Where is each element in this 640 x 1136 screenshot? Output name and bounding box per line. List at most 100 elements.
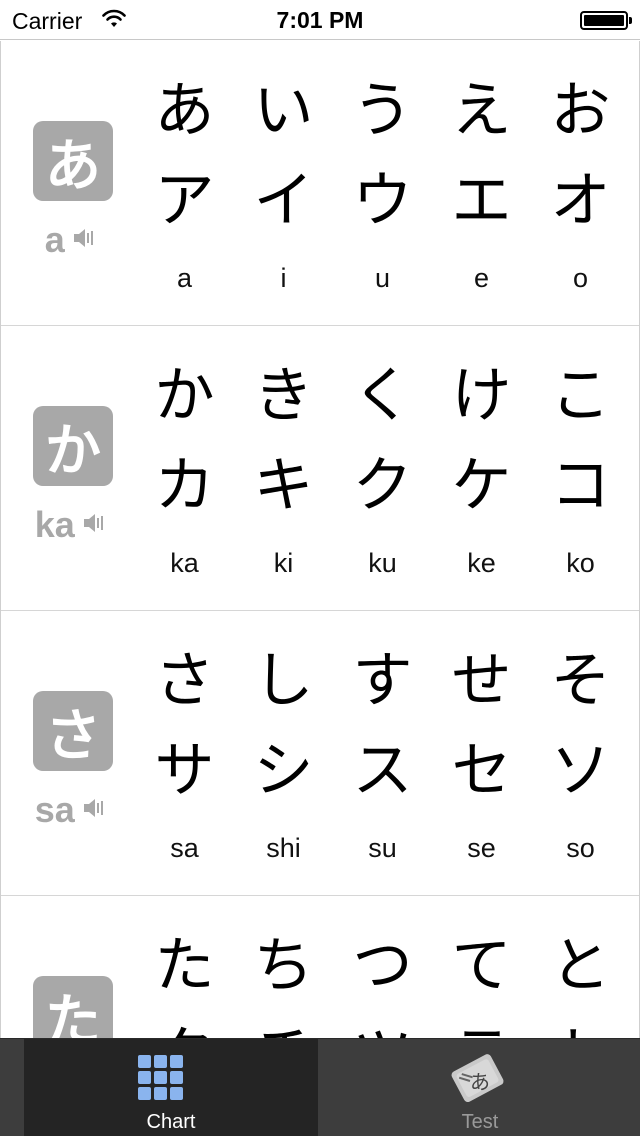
kana-cell[interactable]: ちチchi <box>234 896 333 1038</box>
hiragana-char: と <box>550 931 611 1001</box>
katakana-char: ス <box>352 736 413 806</box>
speaker-icon[interactable] <box>83 512 107 539</box>
kana-cell[interactable]: けケ ke <box>432 326 531 611</box>
katakana-char: ウ <box>352 166 413 236</box>
kana-row-ka: か ka かカ ka きキ ki くク ku けケ ke こコ ko <box>1 326 639 611</box>
katakana-char: ア <box>154 166 215 236</box>
row-badge[interactable]: さ <box>33 691 113 771</box>
kana-cell[interactable]: せセ se <box>432 611 531 896</box>
romaji-label: ka <box>170 548 199 578</box>
speaker-icon[interactable] <box>83 797 107 824</box>
katakana-char: カ <box>154 451 215 521</box>
kana-cell[interactable]: うウu <box>333 41 432 326</box>
status-time: 7:01 PM <box>276 7 364 33</box>
tab-bar: Chart あ Test <box>0 1038 640 1136</box>
romaji-label: ko <box>566 548 595 578</box>
card-glyph: あ <box>470 1070 490 1094</box>
kana-cell[interactable]: てテte <box>432 896 531 1038</box>
tab-test[interactable]: あ Test <box>320 1039 640 1136</box>
katakana-char: イ <box>253 166 314 236</box>
romaji-label: a <box>176 263 193 293</box>
kana-cell[interactable]: さサ sa <box>135 611 234 896</box>
hiragana-char: つ <box>352 931 413 1001</box>
row-pronunciation[interactable]: sa <box>1 789 141 831</box>
row-badge[interactable]: あ <box>33 121 113 201</box>
kana-cell[interactable]: そソ so <box>531 611 630 896</box>
romaji-label: shi <box>266 833 301 863</box>
kana-cell[interactable]: くク ku <box>333 326 432 611</box>
katakana-char: タ <box>135 1016 234 1038</box>
hiragana-char: く <box>352 361 413 431</box>
hiragana-char: た <box>154 931 215 1001</box>
tab-chart[interactable]: Chart <box>24 1039 318 1136</box>
katakana-char: オ <box>550 166 611 236</box>
hiragana-char: え <box>451 76 512 146</box>
hiragana-char: し <box>253 646 314 716</box>
kana-row-sa: さ sa さサ sa しシ shi すス su せセ se そソ so <box>1 611 639 896</box>
romaji-label: o <box>572 263 589 293</box>
hiragana-char: あ <box>154 76 215 146</box>
kana-cell[interactable]: しシ shi <box>234 611 333 896</box>
flashcard-icon: あ <box>446 1049 510 1112</box>
romaji-label: ku <box>368 548 397 578</box>
hiragana-char: い <box>253 76 314 146</box>
katakana-char: シ <box>253 736 314 806</box>
katakana-char: サ <box>154 736 215 806</box>
katakana-char: ツ <box>333 1016 432 1038</box>
hiragana-char: う <box>352 76 413 146</box>
kana-chart[interactable]: あ a あアa いイi うウu えエe おオo か ka かカ ka きキ ki く… <box>0 41 640 1038</box>
row-badge[interactable]: か <box>33 406 113 486</box>
romaji-label: e <box>473 263 490 293</box>
katakana-char: ソ <box>550 736 611 806</box>
katakana-char: ケ <box>451 451 512 521</box>
kana-cells: さサ sa しシ shi すス su せセ se そソ so <box>135 611 633 896</box>
katakana-char: ク <box>352 451 413 521</box>
romaji-label: se <box>467 833 496 863</box>
hiragana-char: す <box>352 646 413 716</box>
kana-cell[interactable]: えエe <box>432 41 531 326</box>
kana-cell[interactable]: こコ ko <box>531 326 630 611</box>
romaji-label: sa <box>170 833 199 863</box>
kana-cell[interactable]: あアa <box>135 41 234 326</box>
hiragana-char: け <box>451 361 512 431</box>
kana-cell[interactable]: たタta <box>135 896 234 1038</box>
status-bar: Carrier 7:01 PM <box>0 0 640 40</box>
kana-cells: あアa いイi うウu えエe おオo <box>135 41 633 326</box>
katakana-char: セ <box>451 736 512 806</box>
hiragana-char: こ <box>550 361 611 431</box>
tab-label: Chart <box>146 1111 196 1133</box>
kana-cell[interactable]: きキ ki <box>234 326 333 611</box>
kana-cell[interactable]: いイi <box>234 41 333 326</box>
row-badge[interactable]: た <box>33 976 113 1038</box>
kana-row-a: あ a あアa いイi うウu えエe おオo <box>1 41 639 326</box>
kana-cell[interactable]: かカ ka <box>135 326 234 611</box>
romaji-label: i <box>280 263 287 293</box>
katakana-char: キ <box>253 451 314 521</box>
romaji-label: ke <box>467 548 496 578</box>
hiragana-char: さ <box>154 646 215 716</box>
tab-label: Test <box>461 1111 499 1133</box>
hiragana-char: ち <box>253 931 314 1001</box>
kana-cells: たタta ちチchi つツtsu てテte とトto <box>135 896 633 1038</box>
row-romaji: sa <box>34 789 75 830</box>
hiragana-char: お <box>550 76 611 146</box>
kana-cell[interactable]: おオo <box>531 41 630 326</box>
row-romaji: ka <box>34 504 75 545</box>
romaji-label: u <box>374 263 391 293</box>
kana-row-ta: た ta たタta ちチchi つツtsu てテte とトto <box>1 896 639 1038</box>
kana-cells: かカ ka きキ ki くク ku けケ ke こコ ko <box>135 326 633 611</box>
katakana-char: コ <box>550 451 611 521</box>
kana-cell[interactable]: とトto <box>531 896 630 1038</box>
row-pronunciation[interactable]: ka <box>1 504 141 546</box>
hiragana-char: そ <box>550 646 611 716</box>
row-romaji: a <box>44 219 65 260</box>
kana-cell[interactable]: つツtsu <box>333 896 432 1038</box>
speaker-icon[interactable] <box>73 227 97 254</box>
katakana-char: チ <box>234 1016 333 1038</box>
katakana-char: ト <box>531 1016 630 1038</box>
kana-cell[interactable]: すス su <box>333 611 432 896</box>
romaji-label: su <box>368 833 397 863</box>
hiragana-char: か <box>154 361 215 431</box>
row-pronunciation[interactable]: a <box>1 219 141 261</box>
hiragana-char: き <box>253 361 314 431</box>
